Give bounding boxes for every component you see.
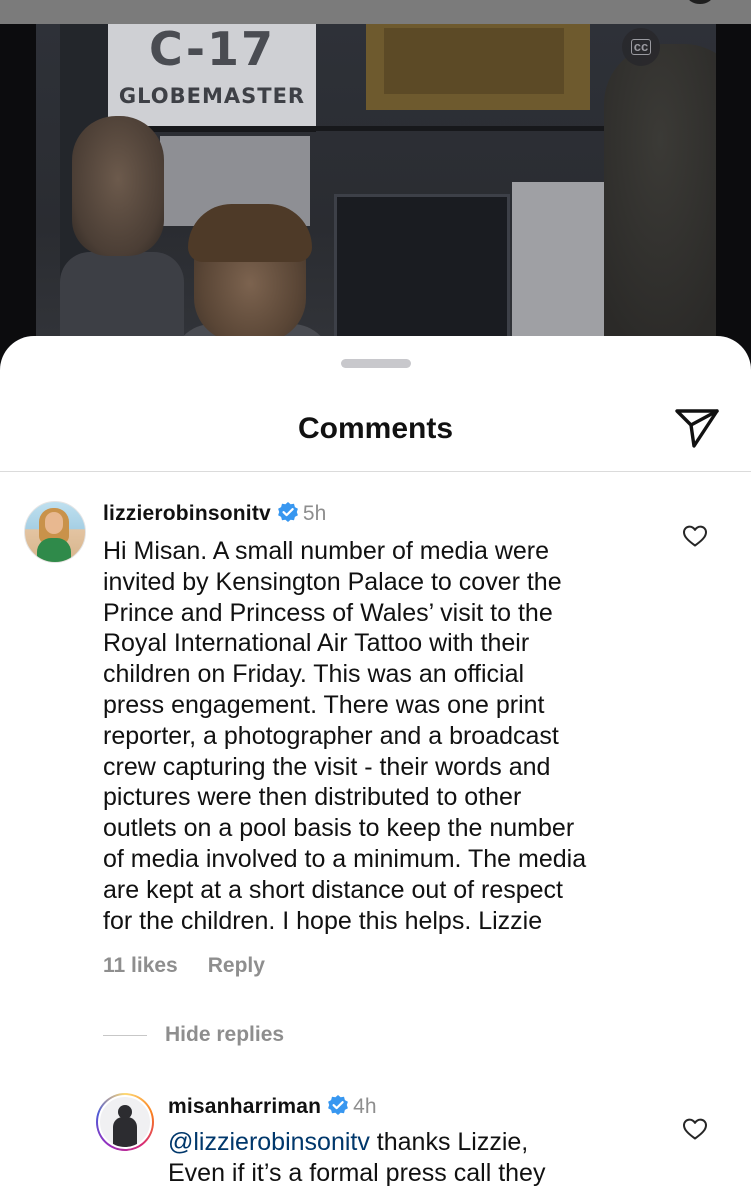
header-divider	[0, 471, 751, 472]
comments-sheet: Comments lizzierobinsonitv 5h Hi Misan. A…	[0, 336, 751, 1200]
hide-replies-label: Hide replies	[165, 1023, 285, 1046]
reply-text-line-1: @lizzierobinsonitv thanks Lizzie,	[168, 1127, 668, 1158]
sheet-drag-handle[interactable]	[341, 359, 411, 368]
reply-text-body: thanks Lizzie,	[369, 1128, 529, 1156]
avatar-story-ring[interactable]	[96, 1093, 154, 1151]
avatar	[98, 1095, 152, 1149]
shelf	[92, 126, 612, 131]
reply-button[interactable]: Reply	[208, 954, 265, 977]
comment-timestamp: 5h	[302, 502, 327, 525]
child-figure-head	[72, 116, 164, 256]
heart-outline-icon[interactable]	[682, 1117, 708, 1141]
comment-text: Hi Misan. A small number of media were i…	[103, 537, 587, 935]
verified-badge-icon	[328, 1095, 349, 1115]
top-bar	[0, 0, 751, 24]
sheet-title: Comments	[297, 412, 454, 445]
wall-sign: C-17 GLOBEMASTER	[108, 24, 316, 132]
camera-notch	[687, 0, 713, 4]
poster-image	[384, 28, 564, 94]
sign-title: C-17	[149, 24, 275, 76]
share-button[interactable]	[672, 404, 722, 452]
reply-timestamp: 4h	[353, 1095, 377, 1118]
heart-outline-icon[interactable]	[682, 524, 708, 548]
reply-text: @lizzierobinsonitv thanks Lizzie, Even i…	[168, 1127, 668, 1189]
reply-text-line-2: Even if it’s a formal press call they	[168, 1158, 546, 1187]
verified-badge-icon	[278, 502, 298, 522]
hide-replies-button[interactable]: Hide replies	[103, 1022, 284, 1048]
boy-figure-hair	[188, 204, 312, 262]
comment-header: lizzierobinsonitv 5h	[103, 501, 326, 527]
paper-plane-icon	[675, 409, 719, 448]
adult-figure	[604, 44, 716, 364]
like-count[interactable]: 11 likes	[103, 954, 178, 977]
reply-username[interactable]: misanharriman	[168, 1095, 321, 1118]
thread-line	[103, 1034, 147, 1037]
reply-header: misanharriman 4h	[168, 1094, 377, 1120]
video-frame: C-17 GLOBEMASTER cc	[36, 24, 716, 364]
avatar[interactable]	[24, 501, 86, 563]
avatar-figure-body	[113, 1117, 137, 1147]
avatar-body	[37, 538, 71, 562]
captions-icon[interactable]: cc	[622, 28, 660, 66]
poster	[366, 24, 590, 110]
avatar-face	[45, 512, 63, 534]
sign-subtitle: GLOBEMASTER	[118, 84, 306, 108]
reel-video[interactable]: C-17 GLOBEMASTER cc	[0, 24, 751, 364]
comment-username[interactable]: lizzierobinsonitv	[103, 502, 271, 525]
comment-actions: 11 likes Reply	[103, 953, 265, 979]
captions-label: cc	[630, 39, 652, 55]
mention-link[interactable]: @lizzierobinsonitv	[168, 1128, 370, 1156]
instagram-comments-screen: C-17 GLOBEMASTER cc Comments lizzierobin…	[0, 0, 751, 1200]
